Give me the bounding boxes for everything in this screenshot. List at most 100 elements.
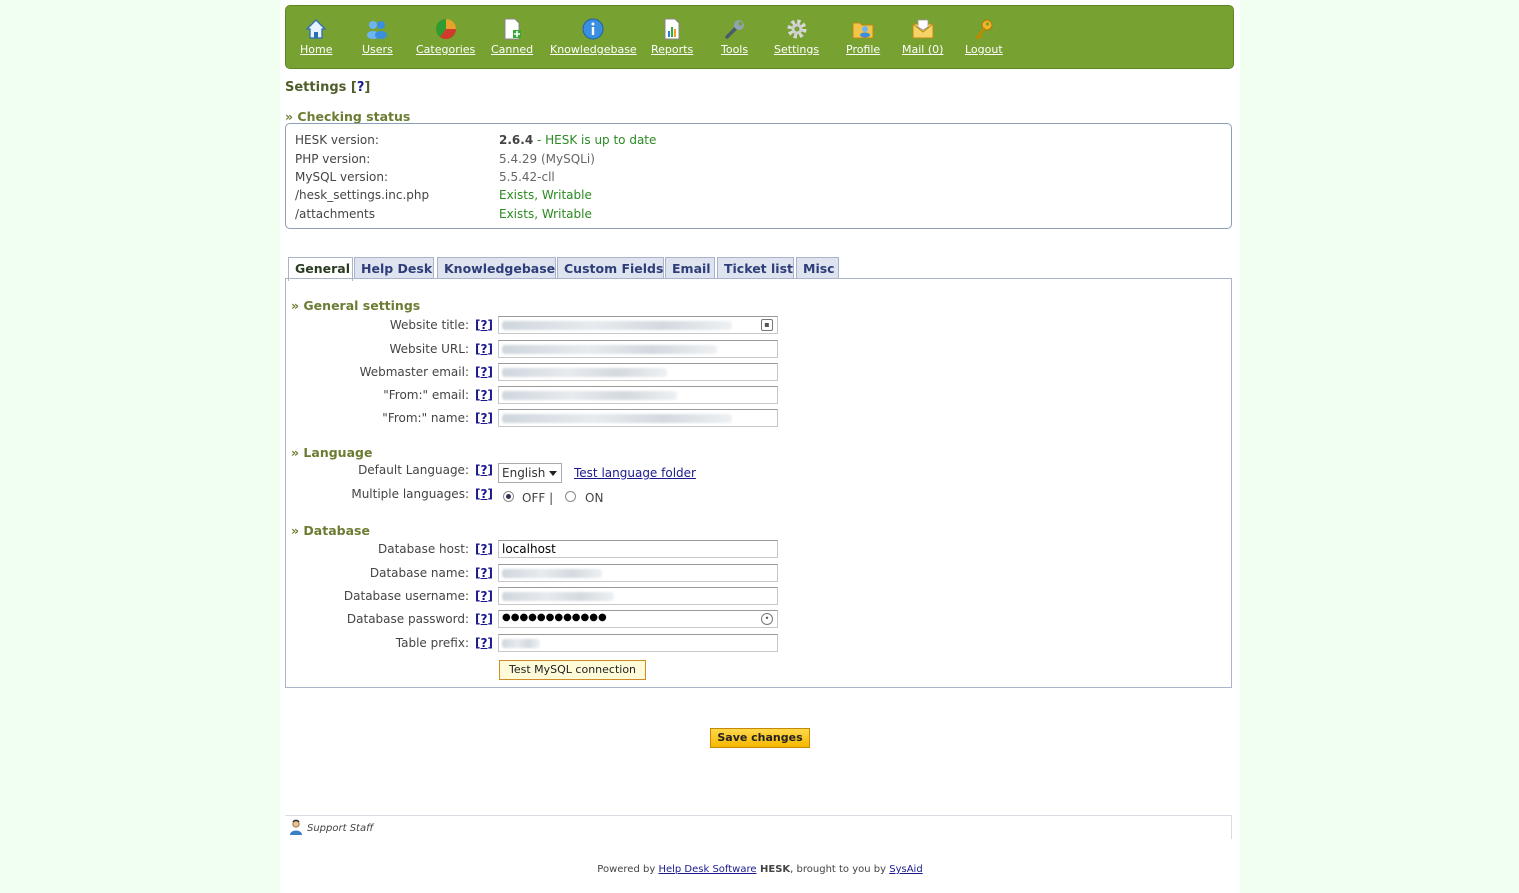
table-prefix-input[interactable] bbox=[498, 634, 778, 652]
reports-icon bbox=[664, 18, 680, 40]
users-icon bbox=[367, 21, 388, 39]
multiple-languages-on-label: ON bbox=[585, 491, 604, 505]
support-staff-label: Support Staff bbox=[307, 823, 374, 834]
database-password-help[interactable]: [?] bbox=[475, 612, 493, 626]
nav-users[interactable]: Users bbox=[362, 17, 393, 56]
nav-canned[interactable]: Canned bbox=[491, 17, 533, 56]
nav-home[interactable]: Home bbox=[300, 17, 332, 56]
nav-knowledgebase-label: Knowledgebase bbox=[550, 43, 637, 56]
multiple-languages-label: Multiple languages: bbox=[351, 487, 469, 501]
default-language-help[interactable]: [?] bbox=[475, 463, 493, 477]
blurred-value bbox=[502, 592, 614, 601]
nav-reports[interactable]: Reports bbox=[651, 17, 693, 56]
help-mark: ? bbox=[480, 463, 488, 477]
blurred-value bbox=[502, 345, 717, 354]
nav-mail-label: Mail (0) bbox=[902, 43, 944, 56]
general-settings-heading: » General settings bbox=[291, 298, 421, 313]
database-host-input[interactable]: localhost bbox=[498, 540, 778, 558]
categories-icon bbox=[435, 19, 456, 39]
tab-custom-fields[interactable]: Custom Fields bbox=[557, 257, 664, 279]
status-value-php: 5.4.29 (MySQLi) bbox=[499, 152, 595, 166]
test-mysql-connection-button[interactable]: Test MySQL connection bbox=[499, 660, 647, 680]
chevron-down-icon bbox=[549, 471, 557, 476]
key-reveal-icon[interactable]: • bbox=[761, 613, 773, 625]
website-url-label: Website URL: bbox=[389, 342, 470, 356]
nav-categories[interactable]: Categories bbox=[416, 17, 475, 56]
multiple-languages-help[interactable]: [?] bbox=[475, 487, 493, 501]
database-username-label: Database username: bbox=[343, 589, 469, 603]
from-email-help[interactable]: [?] bbox=[475, 388, 493, 402]
multiple-languages-on-radio[interactable] bbox=[565, 491, 576, 502]
database-host-label: Database host: bbox=[377, 542, 469, 556]
tab-misc[interactable]: Misc bbox=[796, 257, 839, 279]
status-label-mysql: MySQL version: bbox=[295, 170, 389, 184]
multiple-languages-off-radio[interactable] bbox=[503, 491, 514, 502]
status-value-attachments: Exists, Writable bbox=[499, 207, 592, 221]
blurred-value bbox=[502, 414, 732, 423]
sysaid-link[interactable]: SysAid bbox=[889, 864, 922, 875]
nav-categories-label: Categories bbox=[416, 43, 476, 56]
blurred-value bbox=[502, 391, 677, 400]
website-url-help[interactable]: [?] bbox=[475, 342, 493, 356]
table-prefix-help[interactable]: [?] bbox=[475, 636, 493, 650]
from-email-input[interactable] bbox=[498, 386, 778, 404]
gear-icon bbox=[787, 19, 807, 39]
powered-mid: , brought to you by bbox=[790, 864, 890, 875]
website-title-input[interactable]: ▪ bbox=[498, 316, 778, 334]
hesk-uptodate: - HESK is up to date bbox=[533, 133, 657, 147]
database-name-help[interactable]: [?] bbox=[475, 566, 493, 580]
tab-ticket-list[interactable]: Ticket list bbox=[717, 257, 794, 279]
help-mark: ? bbox=[480, 612, 488, 626]
key-icon bbox=[975, 19, 993, 40]
status-heading: » Checking status bbox=[285, 109, 411, 124]
page-title-text: Settings [ bbox=[285, 80, 357, 95]
webmaster-email-input[interactable] bbox=[498, 363, 778, 381]
nav-settings-label: Settings bbox=[774, 43, 820, 56]
support-staff-icon bbox=[290, 819, 302, 835]
status-value-settings-file: Exists, Writable bbox=[499, 188, 592, 202]
tab-help-desk[interactable]: Help Desk bbox=[354, 257, 434, 279]
webmaster-email-help[interactable]: [?] bbox=[475, 365, 493, 379]
language-heading: » Language bbox=[291, 445, 373, 460]
website-url-input[interactable] bbox=[498, 340, 778, 358]
database-username-help[interactable]: [?] bbox=[475, 589, 493, 603]
database-password-input[interactable]: ●●●●●●●●●●●● • bbox=[498, 610, 778, 628]
website-title-label: Website title: bbox=[389, 318, 469, 332]
database-name-input[interactable] bbox=[498, 564, 778, 582]
database-host-help[interactable]: [?] bbox=[475, 542, 493, 556]
help-mark: ? bbox=[480, 487, 488, 501]
password-dots: ●●●●●●●●●●●● bbox=[502, 612, 607, 623]
from-name-help[interactable]: [?] bbox=[475, 411, 493, 425]
status-label-php: PHP version: bbox=[295, 152, 371, 166]
nav-tools-label: Tools bbox=[721, 43, 749, 56]
status-label-hesk: HESK version: bbox=[295, 133, 379, 147]
profile-icon bbox=[852, 22, 874, 39]
nav-settings[interactable]: Settings bbox=[774, 17, 819, 56]
database-username-input[interactable] bbox=[498, 587, 778, 605]
save-changes-button[interactable]: Save changes bbox=[710, 728, 810, 748]
nav-knowledgebase[interactable]: Knowledgebase bbox=[550, 17, 637, 56]
nav-tools[interactable]: Tools bbox=[721, 17, 748, 56]
page-wrapper: Home Users Categories Canned Knowledgeba… bbox=[280, 0, 1240, 893]
help-mark: ? bbox=[480, 342, 488, 356]
default-language-value: English bbox=[502, 466, 546, 480]
from-name-input[interactable] bbox=[498, 409, 778, 427]
nav-users-label: Users bbox=[362, 43, 393, 56]
nav-mail[interactable]: Mail (0) bbox=[902, 17, 943, 56]
tab-knowledgebase[interactable]: Knowledgebase bbox=[437, 257, 556, 279]
multiple-languages-off-label: OFF | bbox=[522, 491, 554, 505]
help-desk-software-link[interactable]: Help Desk Software bbox=[658, 864, 756, 875]
help-mark: ? bbox=[480, 318, 488, 332]
nav-profile[interactable]: Profile bbox=[846, 17, 880, 56]
hesk-brand: HESK bbox=[756, 864, 791, 875]
main-nav: Home Users Categories Canned Knowledgeba… bbox=[285, 5, 1234, 69]
tab-email[interactable]: Email bbox=[665, 257, 715, 279]
page-title-end: ] bbox=[364, 80, 371, 95]
default-language-select[interactable]: English bbox=[498, 463, 562, 483]
nav-logout[interactable]: Logout bbox=[965, 17, 1003, 56]
website-title-help[interactable]: [?] bbox=[475, 318, 493, 332]
test-language-folder-link[interactable]: Test language folder bbox=[574, 466, 696, 480]
webmaster-email-label: Webmaster email: bbox=[359, 365, 469, 379]
table-prefix-label: Table prefix: bbox=[395, 636, 469, 650]
help-mark: ? bbox=[480, 411, 488, 425]
